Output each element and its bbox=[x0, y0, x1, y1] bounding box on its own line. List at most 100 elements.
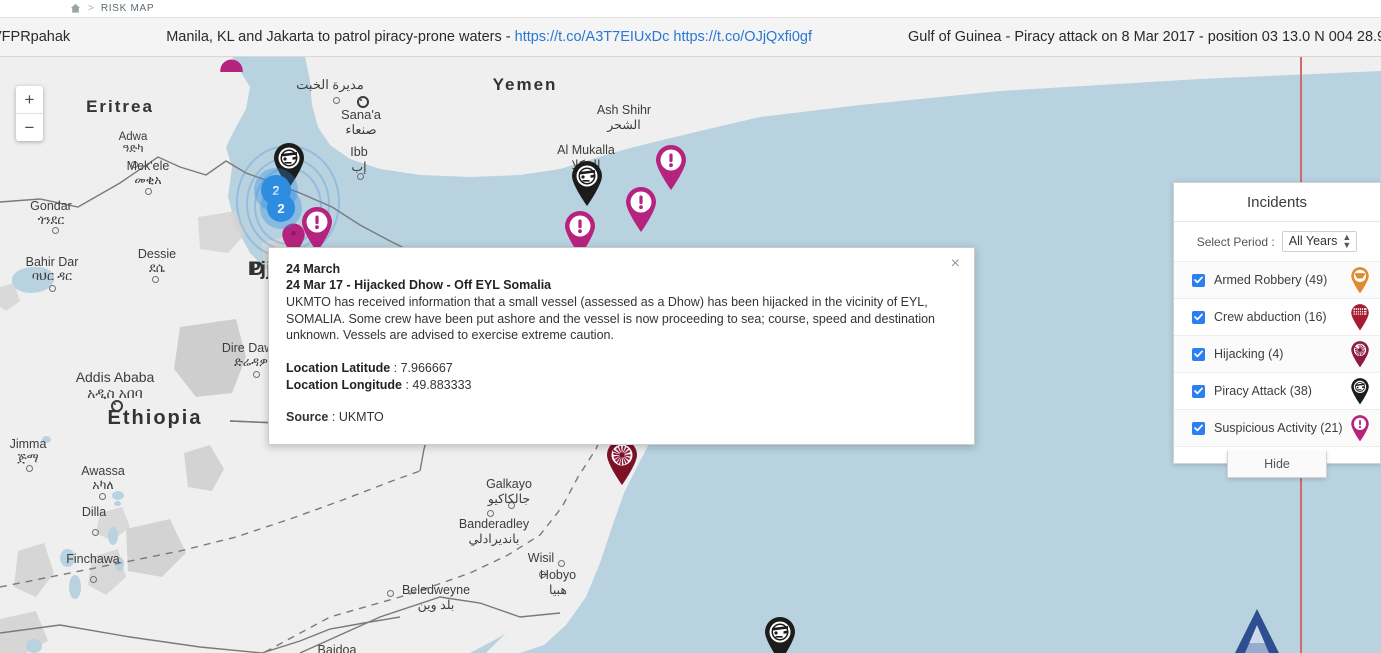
popup-colon: : bbox=[401, 377, 413, 392]
popup-body: UKMTO has received information that a sm… bbox=[286, 295, 936, 342]
city-dot bbox=[387, 590, 394, 597]
legend-title: Incidents bbox=[1174, 183, 1380, 222]
home-icon[interactable] bbox=[70, 3, 88, 14]
city-dot bbox=[99, 493, 106, 500]
suspicious-activity-pin-icon bbox=[220, 59, 243, 72]
breadcrumb-separator: > bbox=[88, 3, 94, 14]
popup-latitude-label: Location Latitude bbox=[286, 360, 391, 375]
city-dot bbox=[253, 371, 260, 378]
popup-longitude-value: 49.883333 bbox=[412, 377, 472, 392]
marker-crew-abduction[interactable] bbox=[604, 438, 640, 486]
cluster-count: 2 bbox=[277, 200, 285, 216]
crew-abduction-pin-icon bbox=[607, 440, 637, 485]
triangle-logo-icon bbox=[1235, 609, 1279, 653]
period-value: All Years bbox=[1288, 234, 1338, 248]
breadcrumb: > RISK MAP bbox=[0, 0, 1381, 18]
risk-map-page: > RISK MAP VFPRpahak Manila, KL and Jaka… bbox=[0, 0, 1381, 653]
check-icon bbox=[1194, 424, 1203, 432]
hide-legend-button[interactable]: Hide bbox=[1227, 451, 1327, 478]
updown-arrows-icon: ▲ ▼ bbox=[1342, 232, 1352, 250]
legend-checkbox[interactable] bbox=[1192, 384, 1205, 398]
legend-label: Piracy Attack (38) bbox=[1214, 384, 1312, 398]
suspicious-activity-pin-icon bbox=[1349, 414, 1371, 442]
marker-suspicious-activity[interactable] bbox=[623, 185, 659, 233]
popup-latitude-value: 7.966667 bbox=[400, 360, 453, 375]
legend-label: Crew abduction (16) bbox=[1214, 310, 1327, 324]
legend-row-hijacking[interactable]: Hijacking (4) bbox=[1174, 336, 1380, 373]
popup-source-value: UKMTO bbox=[338, 409, 384, 424]
marker-piracy-attack[interactable] bbox=[762, 615, 798, 653]
ticker-item[interactable]: Gulf of Guinea - Piracy attack on 8 Mar … bbox=[908, 29, 1381, 45]
breadcrumb-current: RISK MAP bbox=[100, 3, 155, 14]
period-label: Select Period : bbox=[1196, 234, 1275, 249]
city-dot bbox=[357, 173, 364, 180]
popup-longitude-row: Location Longitude : 49.883333 bbox=[286, 377, 956, 394]
popup-colon: : bbox=[328, 409, 339, 424]
suspicious-activity-pin-icon bbox=[656, 145, 686, 190]
zoom-in-button[interactable]: + bbox=[16, 86, 43, 113]
check-icon bbox=[1194, 350, 1203, 358]
legend-row-suspicious-activity[interactable]: Suspicious Activity (21) bbox=[1174, 410, 1380, 447]
ticker-item[interactable]: VFPRpahak bbox=[0, 29, 70, 45]
legend-label: Armed Robbery (49) bbox=[1214, 273, 1328, 287]
brand-logo bbox=[1229, 603, 1285, 653]
popup-title: 24 Mar 17 - Hijacked Dhow - Off EYL Soma… bbox=[286, 278, 552, 292]
city-dot bbox=[92, 529, 99, 536]
capital-dot bbox=[111, 400, 123, 412]
city-dot bbox=[52, 227, 59, 234]
marker-suspicious-activity-partial[interactable] bbox=[218, 58, 245, 72]
city-dot bbox=[152, 276, 159, 283]
piracy-attack-pin-icon bbox=[765, 617, 795, 653]
map-zoom-control[interactable]: + − bbox=[16, 86, 43, 141]
popup-colon: : bbox=[390, 360, 401, 375]
popup-source-row: Source : UKMTO bbox=[286, 410, 956, 424]
marker-piracy-attack[interactable] bbox=[569, 159, 605, 207]
check-icon bbox=[1194, 313, 1203, 321]
period-selector-row: Select Period : All Years ▲ ▼ bbox=[1174, 222, 1380, 262]
zoom-out-button[interactable]: − bbox=[16, 113, 43, 141]
legend-label: Hijacking (4) bbox=[1214, 347, 1284, 361]
city-dot bbox=[49, 285, 56, 292]
piracy-attack-pin-icon bbox=[1349, 377, 1371, 405]
city-dot bbox=[90, 576, 97, 583]
legend-row-crew-abduction[interactable]: Crew abduction (16) bbox=[1174, 299, 1380, 336]
city-dot bbox=[487, 510, 494, 517]
popup-source-label: Source bbox=[286, 409, 329, 424]
hijacking-pin-icon bbox=[1349, 340, 1371, 368]
popup-longitude-label: Location Longitude bbox=[286, 377, 402, 392]
legend-checkbox[interactable] bbox=[1192, 421, 1205, 435]
ticker-item-link[interactable]: https://t.co/A3T7EIUxDc https://t.co/OJj… bbox=[515, 29, 812, 45]
marker-cluster[interactable]: 2 bbox=[267, 194, 295, 222]
news-ticker[interactable]: VFPRpahak Manila, KL and Jakarta to patr… bbox=[0, 18, 1381, 57]
city-dot bbox=[333, 97, 340, 104]
popup-latitude-row: Location Latitude : 7.966667 bbox=[286, 360, 956, 377]
crew-abduction-pin-icon bbox=[1349, 303, 1371, 331]
city-dot bbox=[26, 465, 33, 472]
legend-row-piracy-attack[interactable]: Piracy Attack (38) bbox=[1174, 373, 1380, 410]
check-icon bbox=[1194, 276, 1203, 284]
marker-suspicious-activity[interactable] bbox=[653, 143, 689, 191]
popup-date: 24 March bbox=[286, 262, 341, 276]
incident-popup[interactable]: × 24 March 24 Mar 17 - Hijacked Dhow - O… bbox=[268, 247, 975, 445]
period-select[interactable]: All Years ▲ ▼ bbox=[1281, 231, 1358, 252]
city-dot bbox=[539, 571, 546, 578]
piracy-attack-pin-icon bbox=[572, 161, 602, 206]
legend-row-armed-robbery[interactable]: Armed Robbery (49) bbox=[1174, 262, 1380, 299]
capital-dot bbox=[357, 96, 369, 108]
city-dot bbox=[508, 502, 515, 509]
legend-checkbox[interactable] bbox=[1192, 273, 1205, 287]
check-icon bbox=[1194, 387, 1203, 395]
legend-checkbox[interactable] bbox=[1192, 347, 1205, 361]
armed-robbery-pin-icon bbox=[1349, 266, 1371, 294]
risk-map-canvas[interactable]: + − Eritrea Yemen Ethiopia Dj Adwa ዓድካ M… bbox=[0, 57, 1381, 653]
suspicious-activity-pin-icon bbox=[626, 187, 656, 232]
legend-checkbox[interactable] bbox=[1192, 310, 1205, 324]
ticker-item-text: VFPRpahak bbox=[0, 29, 71, 45]
legend-label: Suspicious Activity (21) bbox=[1214, 421, 1343, 435]
incidents-legend-panel[interactable]: Incidents Select Period : All Years ▲ ▼ A… bbox=[1173, 182, 1381, 464]
close-icon[interactable]: × bbox=[951, 256, 960, 272]
ticker-item[interactable]: Manila, KL and Jakarta to patrol piracy-… bbox=[166, 29, 812, 45]
city-dot bbox=[145, 188, 152, 195]
ticker-track: VFPRpahak Manila, KL and Jakarta to patr… bbox=[0, 18, 1381, 56]
ticker-item-text: Manila, KL and Jakarta to patrol piracy-… bbox=[166, 29, 515, 45]
